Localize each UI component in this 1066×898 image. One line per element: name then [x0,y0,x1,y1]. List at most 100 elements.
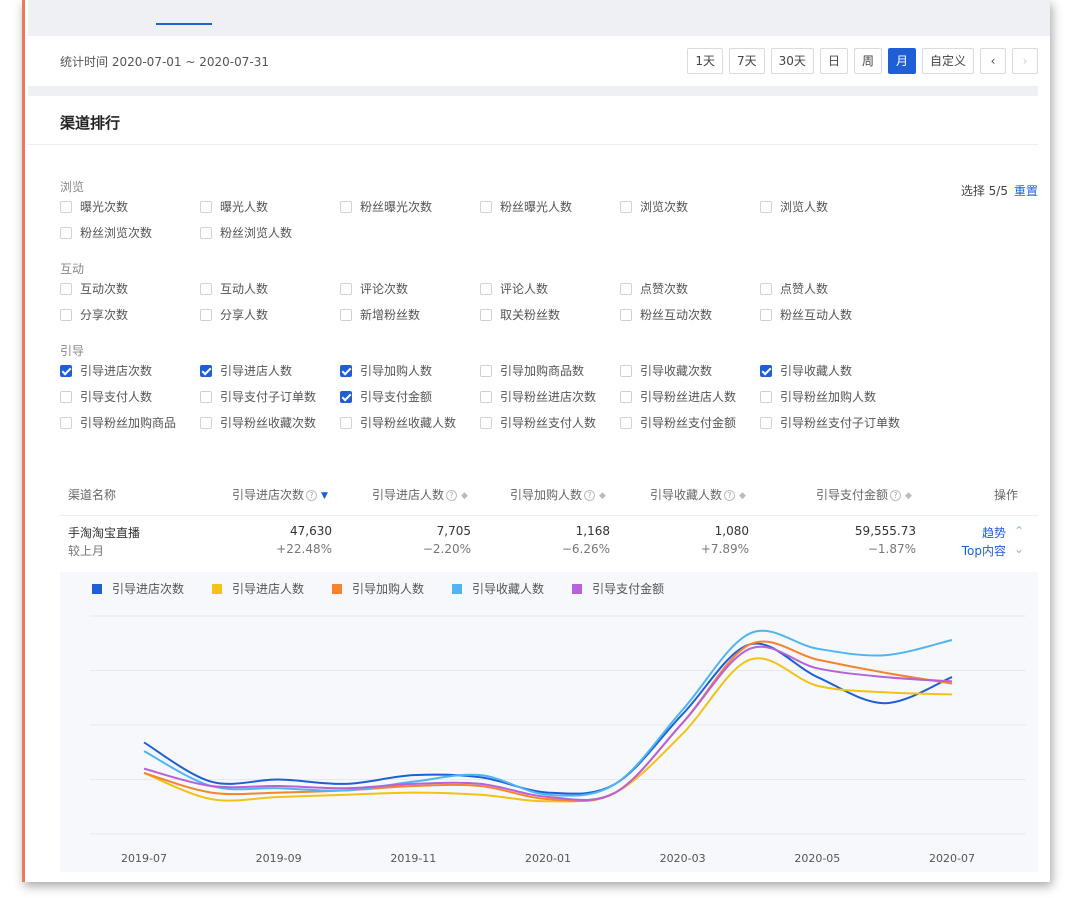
checkbox-icon[interactable] [480,308,492,321]
metric-checkbox[interactable]: 引导粉丝支付金额 [620,414,760,431]
trend-link[interactable]: 趋势 [982,524,1006,541]
metric-checkbox[interactable]: 点赞人数 [760,280,900,297]
metric-checkbox[interactable]: 引导粉丝进店人数 [620,388,760,405]
checkbox-icon[interactable] [60,282,72,295]
checkbox-checked-icon[interactable] [760,364,772,377]
checkbox-icon[interactable] [760,282,772,295]
checkbox-icon[interactable] [200,416,212,429]
legend-item[interactable]: 引导收藏人数 [452,580,544,597]
help-icon[interactable]: ? [890,490,902,501]
checkbox-icon[interactable] [60,226,72,239]
checkbox-icon[interactable] [620,282,632,295]
help-icon[interactable]: ? [584,490,596,501]
checkbox-icon[interactable] [620,200,632,213]
checkbox-icon[interactable] [760,308,772,321]
prev-period-button[interactable]: ‹ [980,48,1006,74]
metric-checkbox[interactable]: 新增粉丝数 [340,306,480,323]
metric-checkbox[interactable]: 粉丝浏览人数 [200,224,340,241]
metric-checkbox[interactable]: 引导支付人数 [60,388,200,405]
sort-desc-icon[interactable]: ▼ [321,491,328,501]
metric-checkbox[interactable]: 点赞次数 [620,280,760,297]
metric-checkbox[interactable]: 引导粉丝支付人数 [480,414,620,431]
metric-checkbox[interactable]: 互动次数 [60,280,200,297]
range-7day-button[interactable]: 7天 [729,48,765,74]
checkbox-icon[interactable] [480,200,492,213]
checkbox-icon[interactable] [340,282,352,295]
metric-checkbox[interactable]: 引导支付金额 [340,388,480,405]
checkbox-icon[interactable] [340,200,352,213]
col-header-3[interactable]: 引导加购人数? ◆ [510,486,606,503]
metric-checkbox[interactable]: 引导粉丝进店次数 [480,388,620,405]
reset-link[interactable]: 重置 [1014,184,1038,198]
range-day-button[interactable]: 日 [819,48,848,74]
range-week-button[interactable]: 周 [853,48,882,74]
col-header-5[interactable]: 引导支付金额? ◆ [816,486,912,503]
range-30day-button[interactable]: 30天 [770,48,814,74]
checkbox-icon[interactable] [620,308,632,321]
metric-checkbox[interactable]: 引导收藏次数 [620,362,760,379]
metric-checkbox[interactable]: 浏览次数 [620,198,760,215]
sort-icon[interactable]: ◆ [905,491,912,501]
checkbox-icon[interactable] [200,282,212,295]
checkbox-icon[interactable] [200,200,212,213]
top-content-link[interactable]: Top内容 [962,542,1006,559]
metric-checkbox[interactable]: 引导粉丝加购人数 [760,388,900,405]
checkbox-icon[interactable] [340,416,352,429]
metric-checkbox[interactable]: 引导粉丝支付子订单数 [760,414,900,431]
checkbox-checked-icon[interactable] [200,364,212,377]
metric-checkbox[interactable]: 粉丝浏览次数 [60,224,200,241]
metric-checkbox[interactable]: 曝光人数 [200,198,340,215]
help-icon[interactable]: ? [724,490,736,501]
metric-checkbox[interactable]: 分享次数 [60,306,200,323]
legend-item[interactable]: 引导加购人数 [332,580,424,597]
metric-checkbox[interactable]: 引导粉丝收藏次数 [200,414,340,431]
chevron-down-icon[interactable]: ⌄ [1014,542,1024,556]
metric-checkbox[interactable]: 评论次数 [340,280,480,297]
metric-checkbox[interactable]: 引导粉丝加购商品 [60,414,200,431]
checkbox-checked-icon[interactable] [60,364,72,377]
checkbox-icon[interactable] [760,416,772,429]
legend-item[interactable]: 引导进店次数 [92,580,184,597]
metric-checkbox[interactable]: 粉丝曝光次数 [340,198,480,215]
metric-checkbox[interactable]: 互动人数 [200,280,340,297]
help-icon[interactable]: ? [446,490,458,501]
legend-item[interactable]: 引导进店人数 [212,580,304,597]
sort-icon[interactable]: ◆ [599,491,606,501]
next-period-button[interactable]: › [1012,48,1038,74]
range-month-button[interactable]: 月 [887,48,916,74]
checkbox-icon[interactable] [60,390,72,403]
metric-checkbox[interactable]: 曝光次数 [60,198,200,215]
metric-checkbox[interactable]: 引导粉丝收藏人数 [340,414,480,431]
checkbox-icon[interactable] [760,390,772,403]
checkbox-icon[interactable] [760,200,772,213]
checkbox-icon[interactable] [60,416,72,429]
checkbox-checked-icon[interactable] [340,390,352,403]
checkbox-icon[interactable] [340,308,352,321]
metric-checkbox[interactable]: 浏览人数 [760,198,900,215]
col-header-4[interactable]: 引导收藏人数? ◆ [650,486,746,503]
metric-checkbox[interactable]: 引导支付子订单数 [200,388,340,405]
metric-checkbox[interactable]: 评论人数 [480,280,620,297]
range-1day-button[interactable]: 1天 [687,48,724,74]
metric-checkbox[interactable]: 分享人数 [200,306,340,323]
metric-checkbox[interactable]: 粉丝互动次数 [620,306,760,323]
col-header-2[interactable]: 引导进店人数? ◆ [372,486,468,503]
checkbox-icon[interactable] [480,390,492,403]
help-icon[interactable]: ? [306,490,318,501]
checkbox-icon[interactable] [200,390,212,403]
range-custom-button[interactable]: 自定义 [921,48,974,74]
metric-checkbox[interactable]: 取关粉丝数 [480,306,620,323]
checkbox-icon[interactable] [60,200,72,213]
metric-checkbox[interactable]: 引导收藏人数 [760,362,900,379]
checkbox-checked-icon[interactable] [340,364,352,377]
legend-item[interactable]: 引导支付金额 [572,580,664,597]
metric-checkbox[interactable]: 粉丝曝光人数 [480,198,620,215]
metric-checkbox[interactable]: 引导进店人数 [200,362,340,379]
checkbox-icon[interactable] [620,390,632,403]
metric-checkbox[interactable]: 粉丝互动人数 [760,306,900,323]
sort-icon[interactable]: ◆ [461,491,468,501]
checkbox-icon[interactable] [620,364,632,377]
chevron-up-icon[interactable]: ⌃ [1014,524,1024,538]
sort-icon[interactable]: ◆ [739,491,746,501]
checkbox-icon[interactable] [60,308,72,321]
